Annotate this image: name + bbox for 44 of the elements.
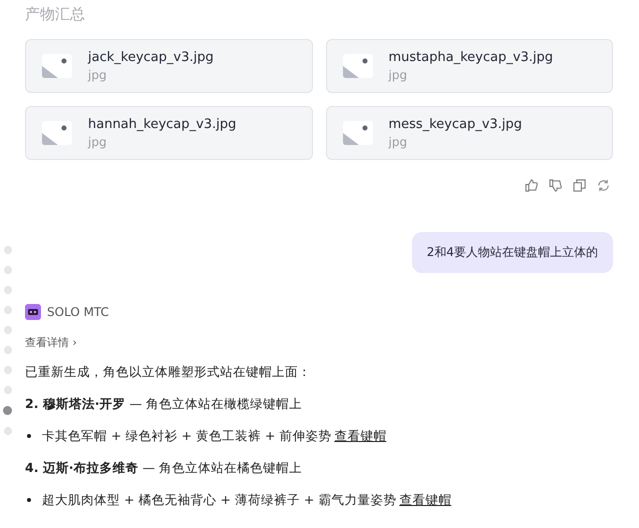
nav-dot[interactable] [4, 427, 12, 435]
file-name: mess_keycap_v3.jpg [388, 117, 522, 132]
file-type: jpg [388, 68, 408, 82]
nav-dot[interactable] [4, 346, 12, 354]
view-keycap-link[interactable]: 查看键帽 [334, 426, 386, 445]
bullet-text: 超大肌肉体型 + 橘色无袖背心 + 薄荷绿裤子 + 霸气力量姿势 [42, 491, 396, 509]
nav-dot[interactable] [4, 246, 12, 254]
refresh-icon[interactable] [597, 179, 610, 192]
file-type: jpg [88, 68, 108, 82]
image-icon [342, 54, 372, 78]
file-card[interactable]: mustapha_keycap_v3.jpg jpg [326, 39, 613, 93]
item-heading: 2. 穆斯塔法·开罗 — 角色立体站在橄榄绿键帽上 [25, 395, 303, 413]
nav-dot[interactable] [4, 306, 12, 314]
nav-dot[interactable] [4, 266, 12, 274]
file-card[interactable]: mess_keycap_v3.jpg jpg [326, 106, 613, 160]
file-type: jpg [88, 135, 108, 149]
file-name: jack_keycap_v3.jpg [88, 50, 214, 65]
copy-icon[interactable] [573, 179, 586, 192]
file-name: hannah_keycap_v3.jpg [88, 117, 236, 132]
section-title: 产物汇总 [25, 4, 86, 24]
user-message: 2和4要人物站在键盘帽上立体的 [412, 232, 613, 273]
file-type: jpg [388, 135, 408, 149]
nav-dot[interactable] [3, 406, 12, 415]
file-card[interactable]: hannah_keycap_v3.jpg jpg [25, 106, 312, 160]
nav-dot[interactable] [4, 286, 12, 294]
reply-text: 已重新生成，角色以立体雕塑形式站在键帽上面： [25, 363, 312, 381]
image-icon [42, 121, 72, 145]
nav-dot[interactable] [4, 386, 12, 394]
file-card[interactable]: jack_keycap_v3.jpg jpg [25, 39, 312, 93]
item-heading: 4. 迈斯·布拉多维奇 — 角色立体站在橘色键帽上 [25, 459, 303, 477]
details-link[interactable]: 查看详情 › [25, 335, 77, 350]
view-keycap-link[interactable]: 查看键帽 [399, 490, 452, 509]
image-icon [342, 121, 372, 145]
bullet-icon [27, 498, 31, 502]
nav-dot[interactable] [4, 326, 12, 334]
thumbs-up-icon[interactable] [525, 179, 538, 192]
image-icon [42, 54, 72, 78]
robot-icon [25, 304, 41, 320]
bullet-text: 卡其色军帽 + 绿色衬衫 + 黄色工装裤 + 前伸姿势 [42, 427, 332, 445]
bullet-icon [27, 434, 31, 438]
nav-dot[interactable] [4, 366, 12, 374]
file-name: mustapha_keycap_v3.jpg [388, 50, 554, 65]
agent-name: SOLO MTC [47, 305, 109, 319]
thumbs-down-icon[interactable] [549, 179, 562, 192]
